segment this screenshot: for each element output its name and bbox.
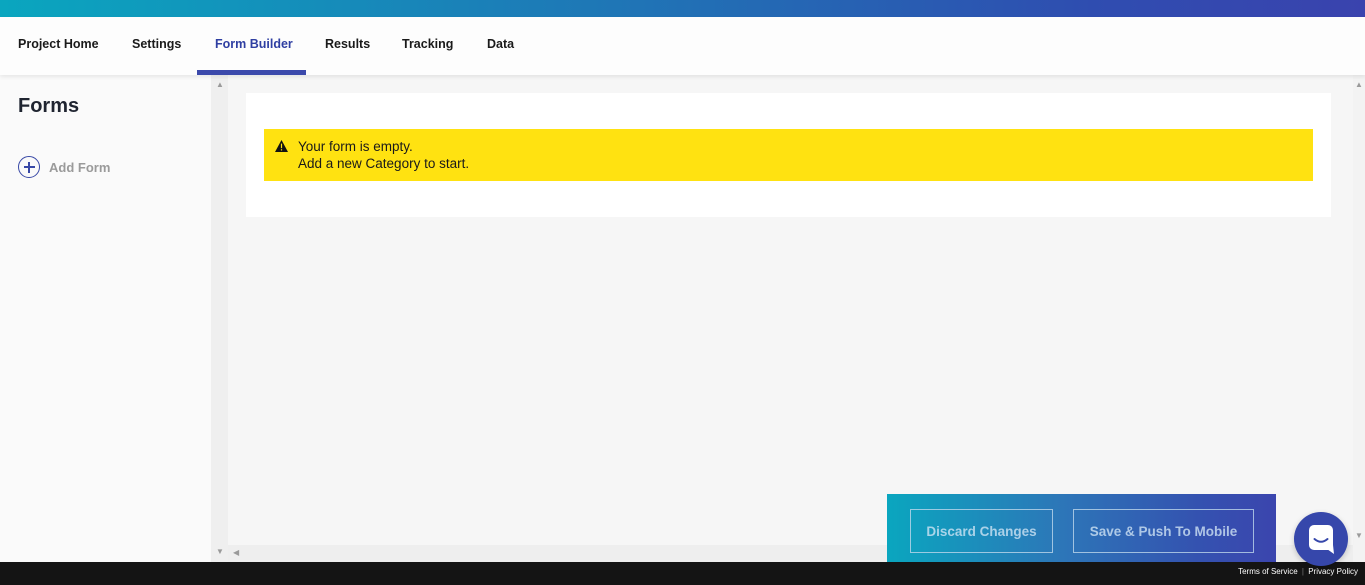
- tab-tracking[interactable]: Tracking: [402, 17, 453, 75]
- save-push-mobile-button[interactable]: Save & Push To Mobile: [1073, 509, 1254, 553]
- scroll-down-arrow-icon[interactable]: ▼: [216, 548, 224, 556]
- tab-settings[interactable]: Settings: [132, 17, 181, 75]
- active-tab-indicator: [197, 70, 306, 75]
- footer-bar: Terms of Service | Privacy Policy: [0, 562, 1365, 585]
- discard-changes-button[interactable]: Discard Changes: [910, 509, 1053, 553]
- scroll-up-arrow-icon[interactable]: ▲: [216, 81, 224, 89]
- form-card: Your form is empty. Add a new Category t…: [246, 93, 1331, 217]
- scroll-down-arrow-icon[interactable]: ▼: [1355, 532, 1363, 540]
- sidebar-title: Forms: [18, 95, 80, 117]
- add-form-label: Add Form: [49, 159, 111, 175]
- tab-data[interactable]: Data: [487, 17, 514, 75]
- empty-form-alert: Your form is empty. Add a new Category t…: [264, 129, 1313, 181]
- scroll-left-arrow-icon[interactable]: ◀: [233, 549, 239, 557]
- tab-form-builder[interactable]: Form Builder: [215, 17, 293, 75]
- tab-bar: Project Home Settings Form Builder Resul…: [0, 17, 1365, 75]
- alert-line-2: Add a new Category to start.: [298, 156, 470, 171]
- warning-icon: [275, 140, 288, 152]
- footer-separator: |: [1301, 567, 1304, 576]
- main-scrollbar-vertical[interactable]: ▲ ▼: [1353, 75, 1365, 562]
- chat-launcher-button[interactable]: [1294, 512, 1348, 566]
- add-form-button[interactable]: Add Form: [18, 156, 110, 178]
- form-actions-panel: Discard Changes Save & Push To Mobile: [887, 494, 1276, 562]
- alert-line-1: Your form is empty.: [298, 139, 413, 154]
- tab-results[interactable]: Results: [325, 17, 370, 75]
- scroll-up-arrow-icon[interactable]: ▲: [1355, 81, 1363, 89]
- footer-links: Terms of Service | Privacy Policy: [1238, 567, 1358, 576]
- chat-icon: [1309, 525, 1334, 554]
- tab-project-home[interactable]: Project Home: [18, 17, 99, 75]
- top-gradient-bar: [0, 0, 1365, 17]
- sidebar-scrollbar[interactable]: ▲ ▼: [211, 75, 228, 562]
- terms-of-service-link[interactable]: Terms of Service: [1238, 567, 1298, 576]
- alert-message: Your form is empty. Add a new Category t…: [298, 138, 469, 172]
- privacy-policy-link[interactable]: Privacy Policy: [1308, 567, 1358, 576]
- forms-sidebar: Forms Add Form: [0, 75, 211, 562]
- plus-circle-icon: [18, 156, 40, 178]
